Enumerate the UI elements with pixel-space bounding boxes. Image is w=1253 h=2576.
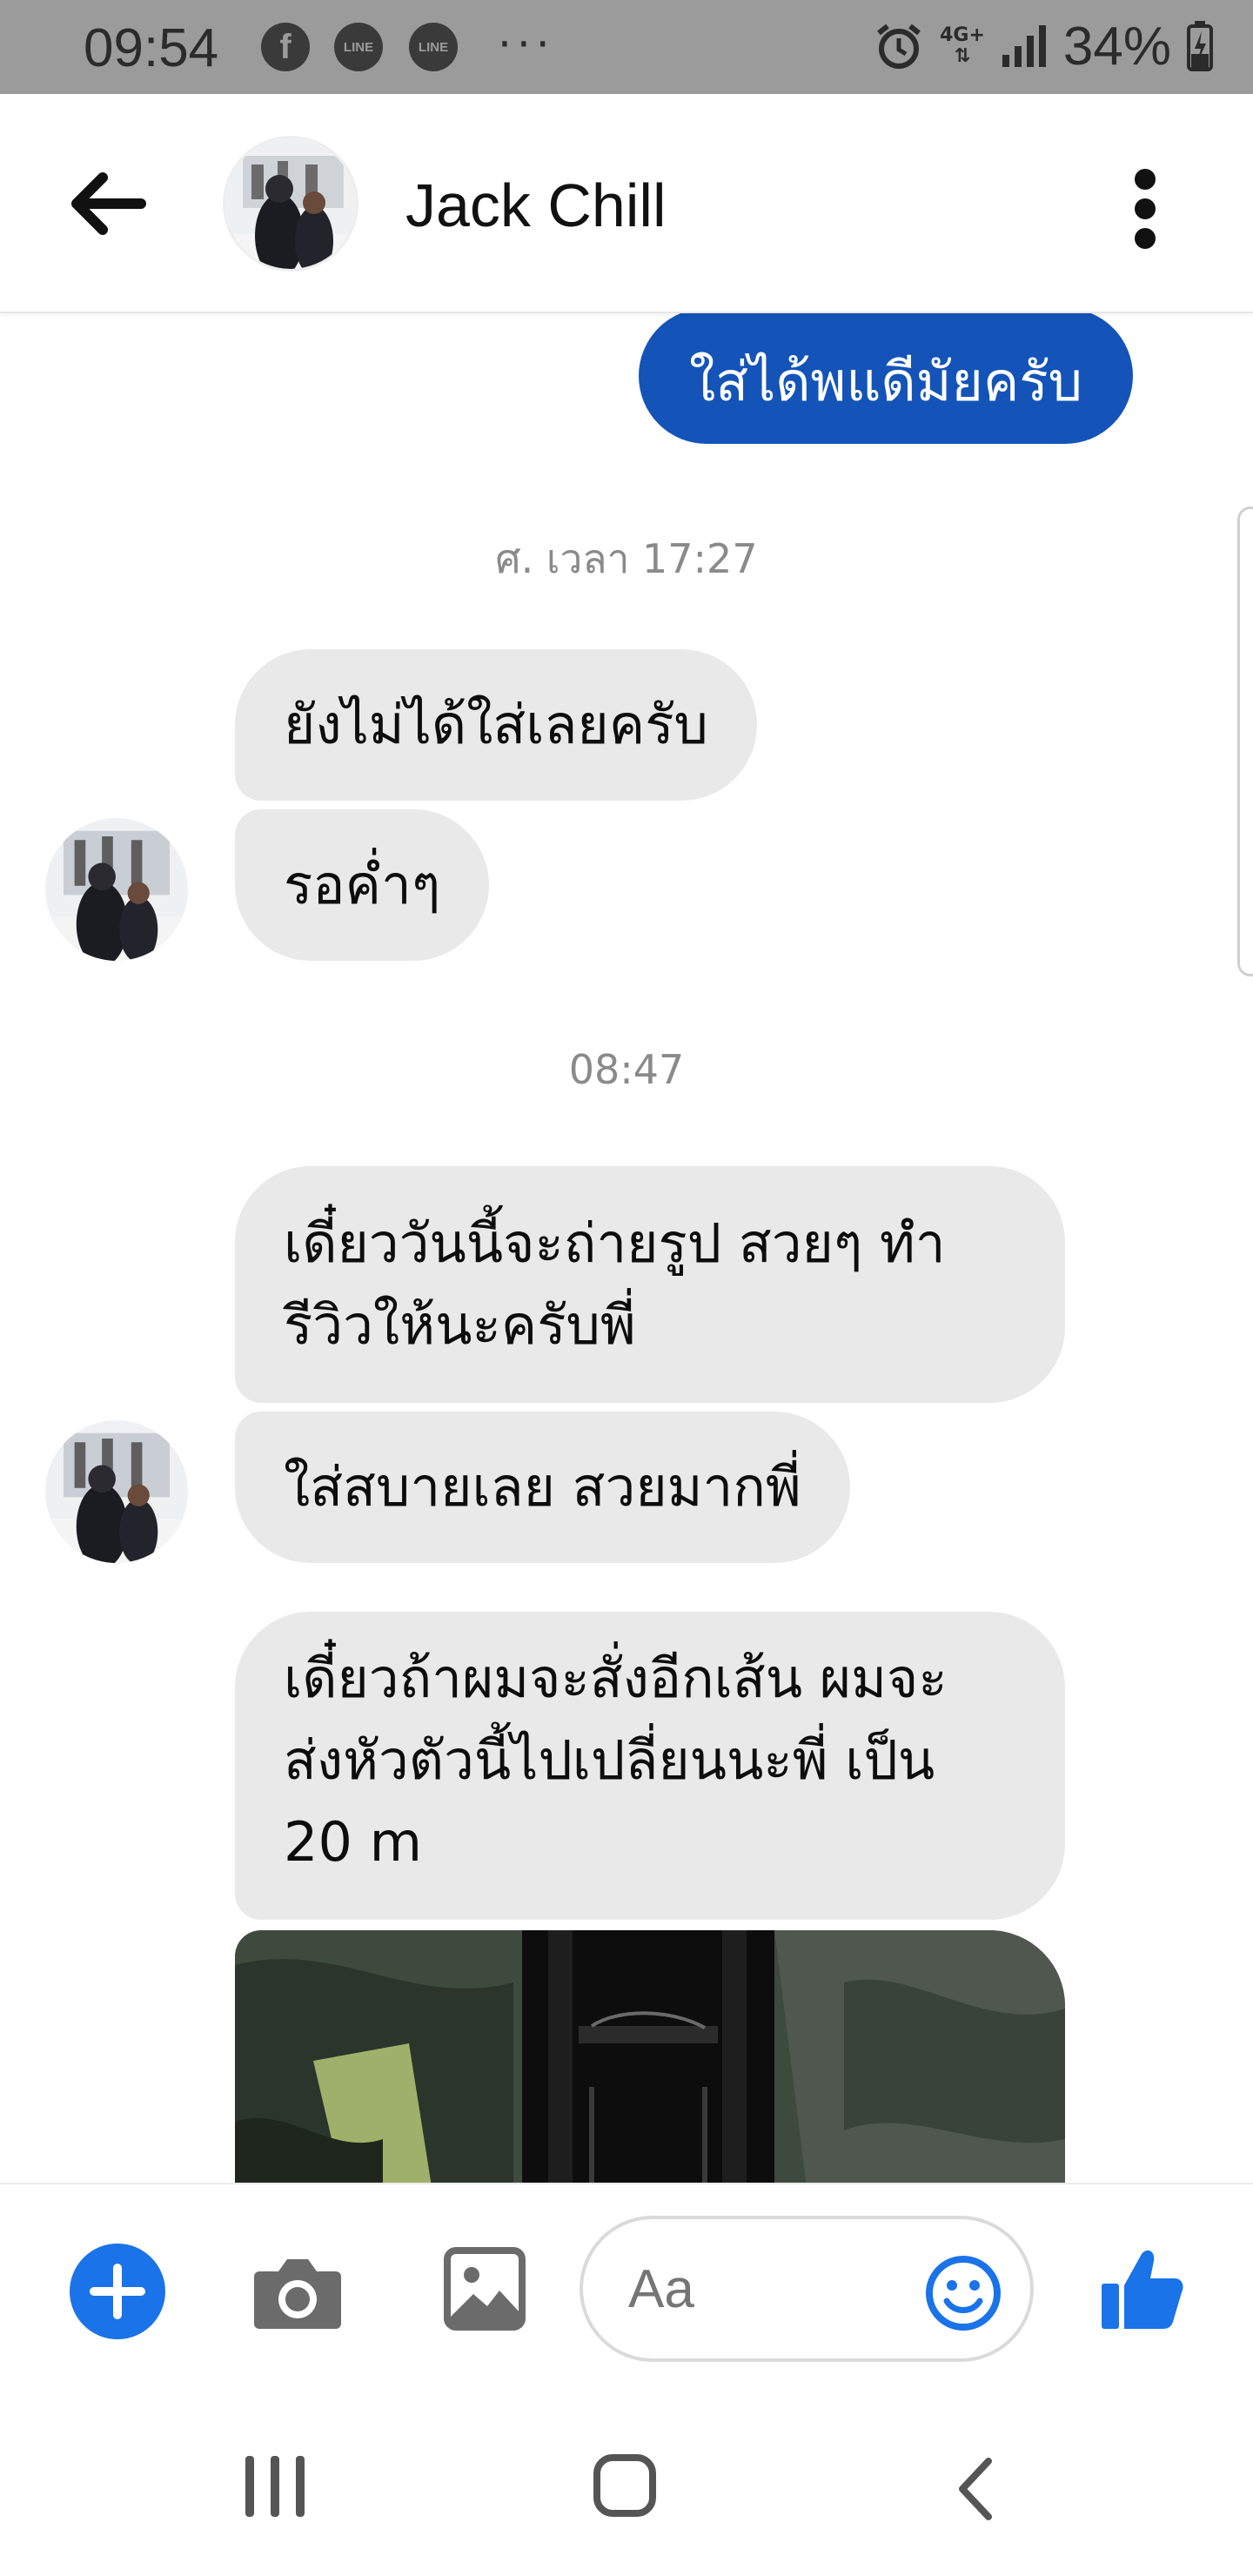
message-line: รีวิวให้นะครับพี่ — [284, 1293, 636, 1357]
contact-name[interactable]: Jack Chill — [405, 171, 667, 240]
chat-header: Jack Chill — [0, 94, 1253, 313]
status-right-group: 4G+ ⇅ 34% — [874, 16, 1213, 77]
message-line: เดี๋ยววันนี้จะถ่ายรูป สวยๆ ทำ — [284, 1211, 946, 1275]
incoming-message[interactable]: รอค่ำๆ — [235, 809, 490, 961]
incoming-message[interactable]: ใส่สบายเลย สวยมากพี่ — [235, 1412, 850, 1563]
battery-icon — [1187, 21, 1213, 71]
message-composer — [0, 2183, 1253, 2388]
signal-icon — [1002, 25, 1046, 67]
data-arrows-icon: ⇅ — [954, 45, 971, 67]
message-line: ส่งหัวตัวนี้ไปเปลี่ยนนะพี่ เป็น — [284, 1728, 935, 1792]
emoji-icon[interactable] — [924, 2254, 1002, 2332]
thumbs-up-icon[interactable] — [1098, 2245, 1185, 2332]
incoming-message[interactable]: เดี๋ยววันนี้จะถ่ายรูป สวยๆ ทำ รีวิวให้นะ… — [235, 1166, 1065, 1403]
message-timestamp: ศ. เวลา 17:27 — [495, 535, 758, 582]
message-timestamp: 08:47 — [568, 1046, 685, 1093]
line-notification-icon: LINE — [334, 23, 383, 71]
contact-avatar-small[interactable] — [45, 818, 188, 961]
back-arrow-icon[interactable] — [68, 169, 146, 238]
gallery-icon[interactable] — [444, 2247, 526, 2331]
system-navbar — [0, 2388, 1253, 2576]
plus-glyph-icon — [90, 2264, 145, 2319]
more-notifications-icon: ··· — [498, 19, 555, 70]
camera-icon[interactable] — [252, 2252, 343, 2331]
more-vertical-icon[interactable] — [1122, 160, 1166, 256]
battery-percent: 34% — [1062, 16, 1171, 77]
message-line: 20 m — [284, 1810, 422, 1874]
incoming-message[interactable]: เดี๋ยวถ้าผมจะสั่งอีกเส้น ผมจะ ส่งหัวตัวน… — [235, 1612, 1065, 1920]
avatar-photo-icon — [45, 818, 188, 961]
nav-back-icon[interactable] — [950, 2456, 1002, 2522]
facebook-notification-icon: f — [261, 23, 310, 71]
avatar-photo-icon — [225, 138, 356, 269]
contact-avatar-small[interactable] — [45, 1420, 188, 1563]
network-type: 4G+ ⇅ — [940, 25, 985, 67]
status-time: 09:54 — [84, 18, 219, 78]
contact-avatar[interactable] — [223, 136, 358, 272]
message-thread[interactable]: ใส่ได้พแดีมัยครับ ศ. เวลา 17:27 ยังไม่ได… — [0, 313, 1253, 2183]
status-bar: 09:54 f LINE LINE ··· 4G+ ⇅ 34% — [0, 0, 1253, 94]
network-label: 4G+ — [940, 24, 985, 46]
incoming-message[interactable]: ยังไม่ได้ใส่เลยครับ — [235, 649, 757, 801]
image-attachment[interactable] — [235, 1930, 1065, 2183]
avatar-photo-icon — [45, 1420, 188, 1563]
home-icon[interactable] — [593, 2454, 656, 2517]
photo-attachment-icon — [235, 1930, 1065, 2183]
line-notification-icon-2: LINE — [409, 23, 458, 71]
message-line: เดี๋ยวถ้าผมจะสั่งอีกเส้น ผมจะ — [284, 1647, 948, 1710]
recent-apps-icon[interactable] — [245, 2456, 305, 2517]
alarm-icon — [877, 23, 921, 69]
plus-icon[interactable] — [70, 2244, 165, 2339]
outgoing-message[interactable]: ใส่ได้พแดีมัยครับ — [639, 313, 1133, 444]
